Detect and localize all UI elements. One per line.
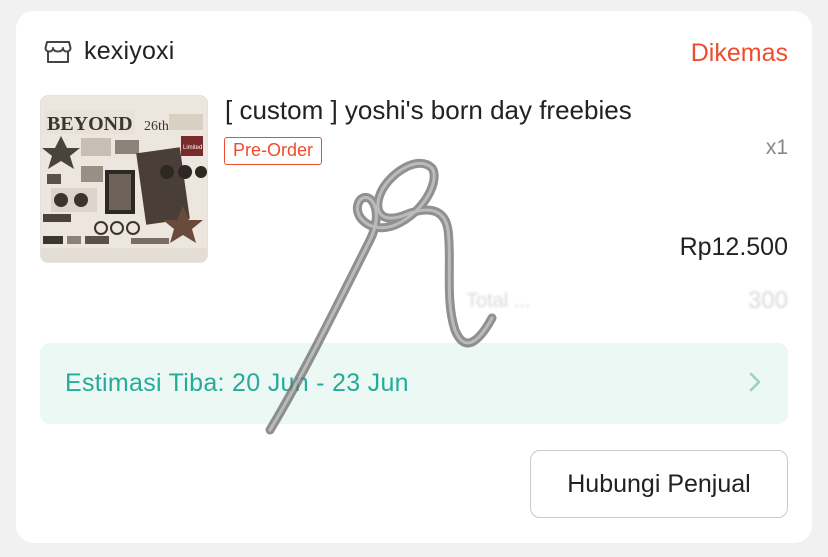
svg-text:Limited: Limited (183, 145, 202, 151)
shop-header[interactable]: kexiyoxi (44, 37, 175, 66)
store-icon (44, 40, 72, 63)
contact-seller-button[interactable]: Hubungi Penjual (530, 450, 788, 518)
product-thumbnail[interactable]: BEYOND 26th Limited (40, 95, 208, 263)
product-title[interactable]: [ custom ] yoshi's born day freebies (225, 95, 632, 126)
product-price: Rp12.500 (679, 233, 788, 261)
preorder-badge: Pre-Order (224, 137, 323, 165)
product-quantity: x1 (765, 136, 788, 159)
order-status: Dikemas (690, 39, 788, 67)
delivery-estimate[interactable]: Estimasi Tiba: 20 Jun - 23 Jun (40, 343, 788, 424)
order-card[interactable]: kexiyoxi Dikemas BEYOND 26th Limited [c… (16, 11, 812, 543)
product-thumbnail-image: BEYOND 26th Limited (41, 96, 207, 262)
delivery-estimate-text: Estimasi Tiba: 20 Jun - 23 Jun (65, 369, 409, 397)
order-total-label: Total ... (466, 290, 531, 312)
chevron-right-icon (749, 372, 761, 392)
thumbnail-title: BEYOND (47, 113, 133, 135)
thumbnail-subtitle: 26th (144, 119, 169, 134)
shop-name[interactable]: kexiyoxi (84, 37, 175, 66)
order-total-value: 300 (747, 287, 788, 314)
